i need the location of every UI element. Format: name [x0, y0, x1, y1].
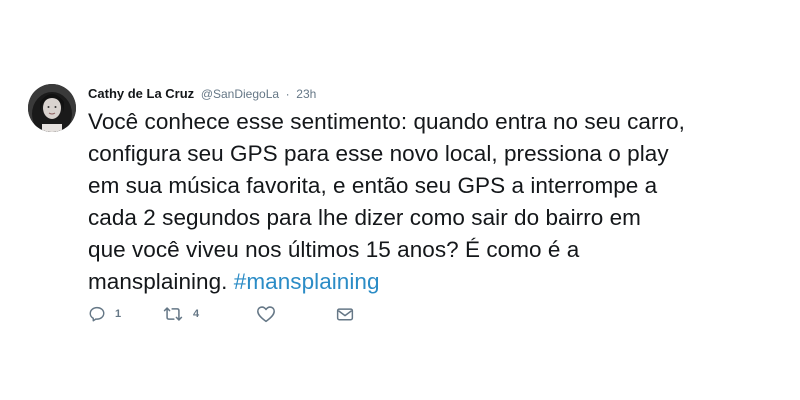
like-button[interactable] — [256, 305, 336, 323]
retweet-icon — [162, 305, 184, 323]
avatar-image — [28, 84, 76, 132]
tweet-text: Você conhece esse sentimento: quando ent… — [88, 106, 788, 298]
tweet-text-line: em sua música favorita, e então seu GPS … — [88, 173, 658, 198]
envelope-icon — [336, 306, 354, 322]
tweet-text-last-line: mansplaining. #mansplaining — [88, 266, 788, 298]
avatar[interactable] — [28, 84, 76, 132]
retweet-count: 4 — [193, 308, 200, 320]
tweet-text-fragment: mansplaining. — [88, 269, 228, 294]
author-name[interactable]: Cathy de La Cruz — [88, 86, 194, 101]
heart-icon — [256, 305, 276, 323]
reply-icon — [88, 305, 106, 323]
tweet-text-line: configura seu GPS para esse novo local, … — [88, 141, 669, 166]
tweet-text-line: Você conhece esse sentimento: quando ent… — [88, 109, 685, 134]
hashtag-link[interactable]: #mansplaining — [234, 269, 380, 294]
tweet-text-line: cada 2 segundos para lhe dizer como sair… — [88, 205, 641, 230]
tweet-text-line: que você viveu nos últimos 15 anos? É co… — [88, 237, 580, 262]
direct-message-button[interactable] — [336, 306, 354, 322]
tweet-body: Cathy de La Cruz @SanDiegoLa · 23h Você … — [88, 84, 788, 323]
author-handle[interactable]: @SanDiegoLa — [201, 87, 279, 101]
reply-button[interactable]: 1 — [88, 305, 162, 323]
separator-dot: · — [285, 87, 290, 101]
tweet-header: Cathy de La Cruz @SanDiegoLa · 23h — [88, 84, 788, 104]
retweet-button[interactable]: 4 — [162, 305, 256, 323]
timestamp[interactable]: 23h — [296, 87, 316, 101]
reply-count: 1 — [115, 308, 122, 320]
tweet-actions: 1 4 — [88, 302, 354, 326]
